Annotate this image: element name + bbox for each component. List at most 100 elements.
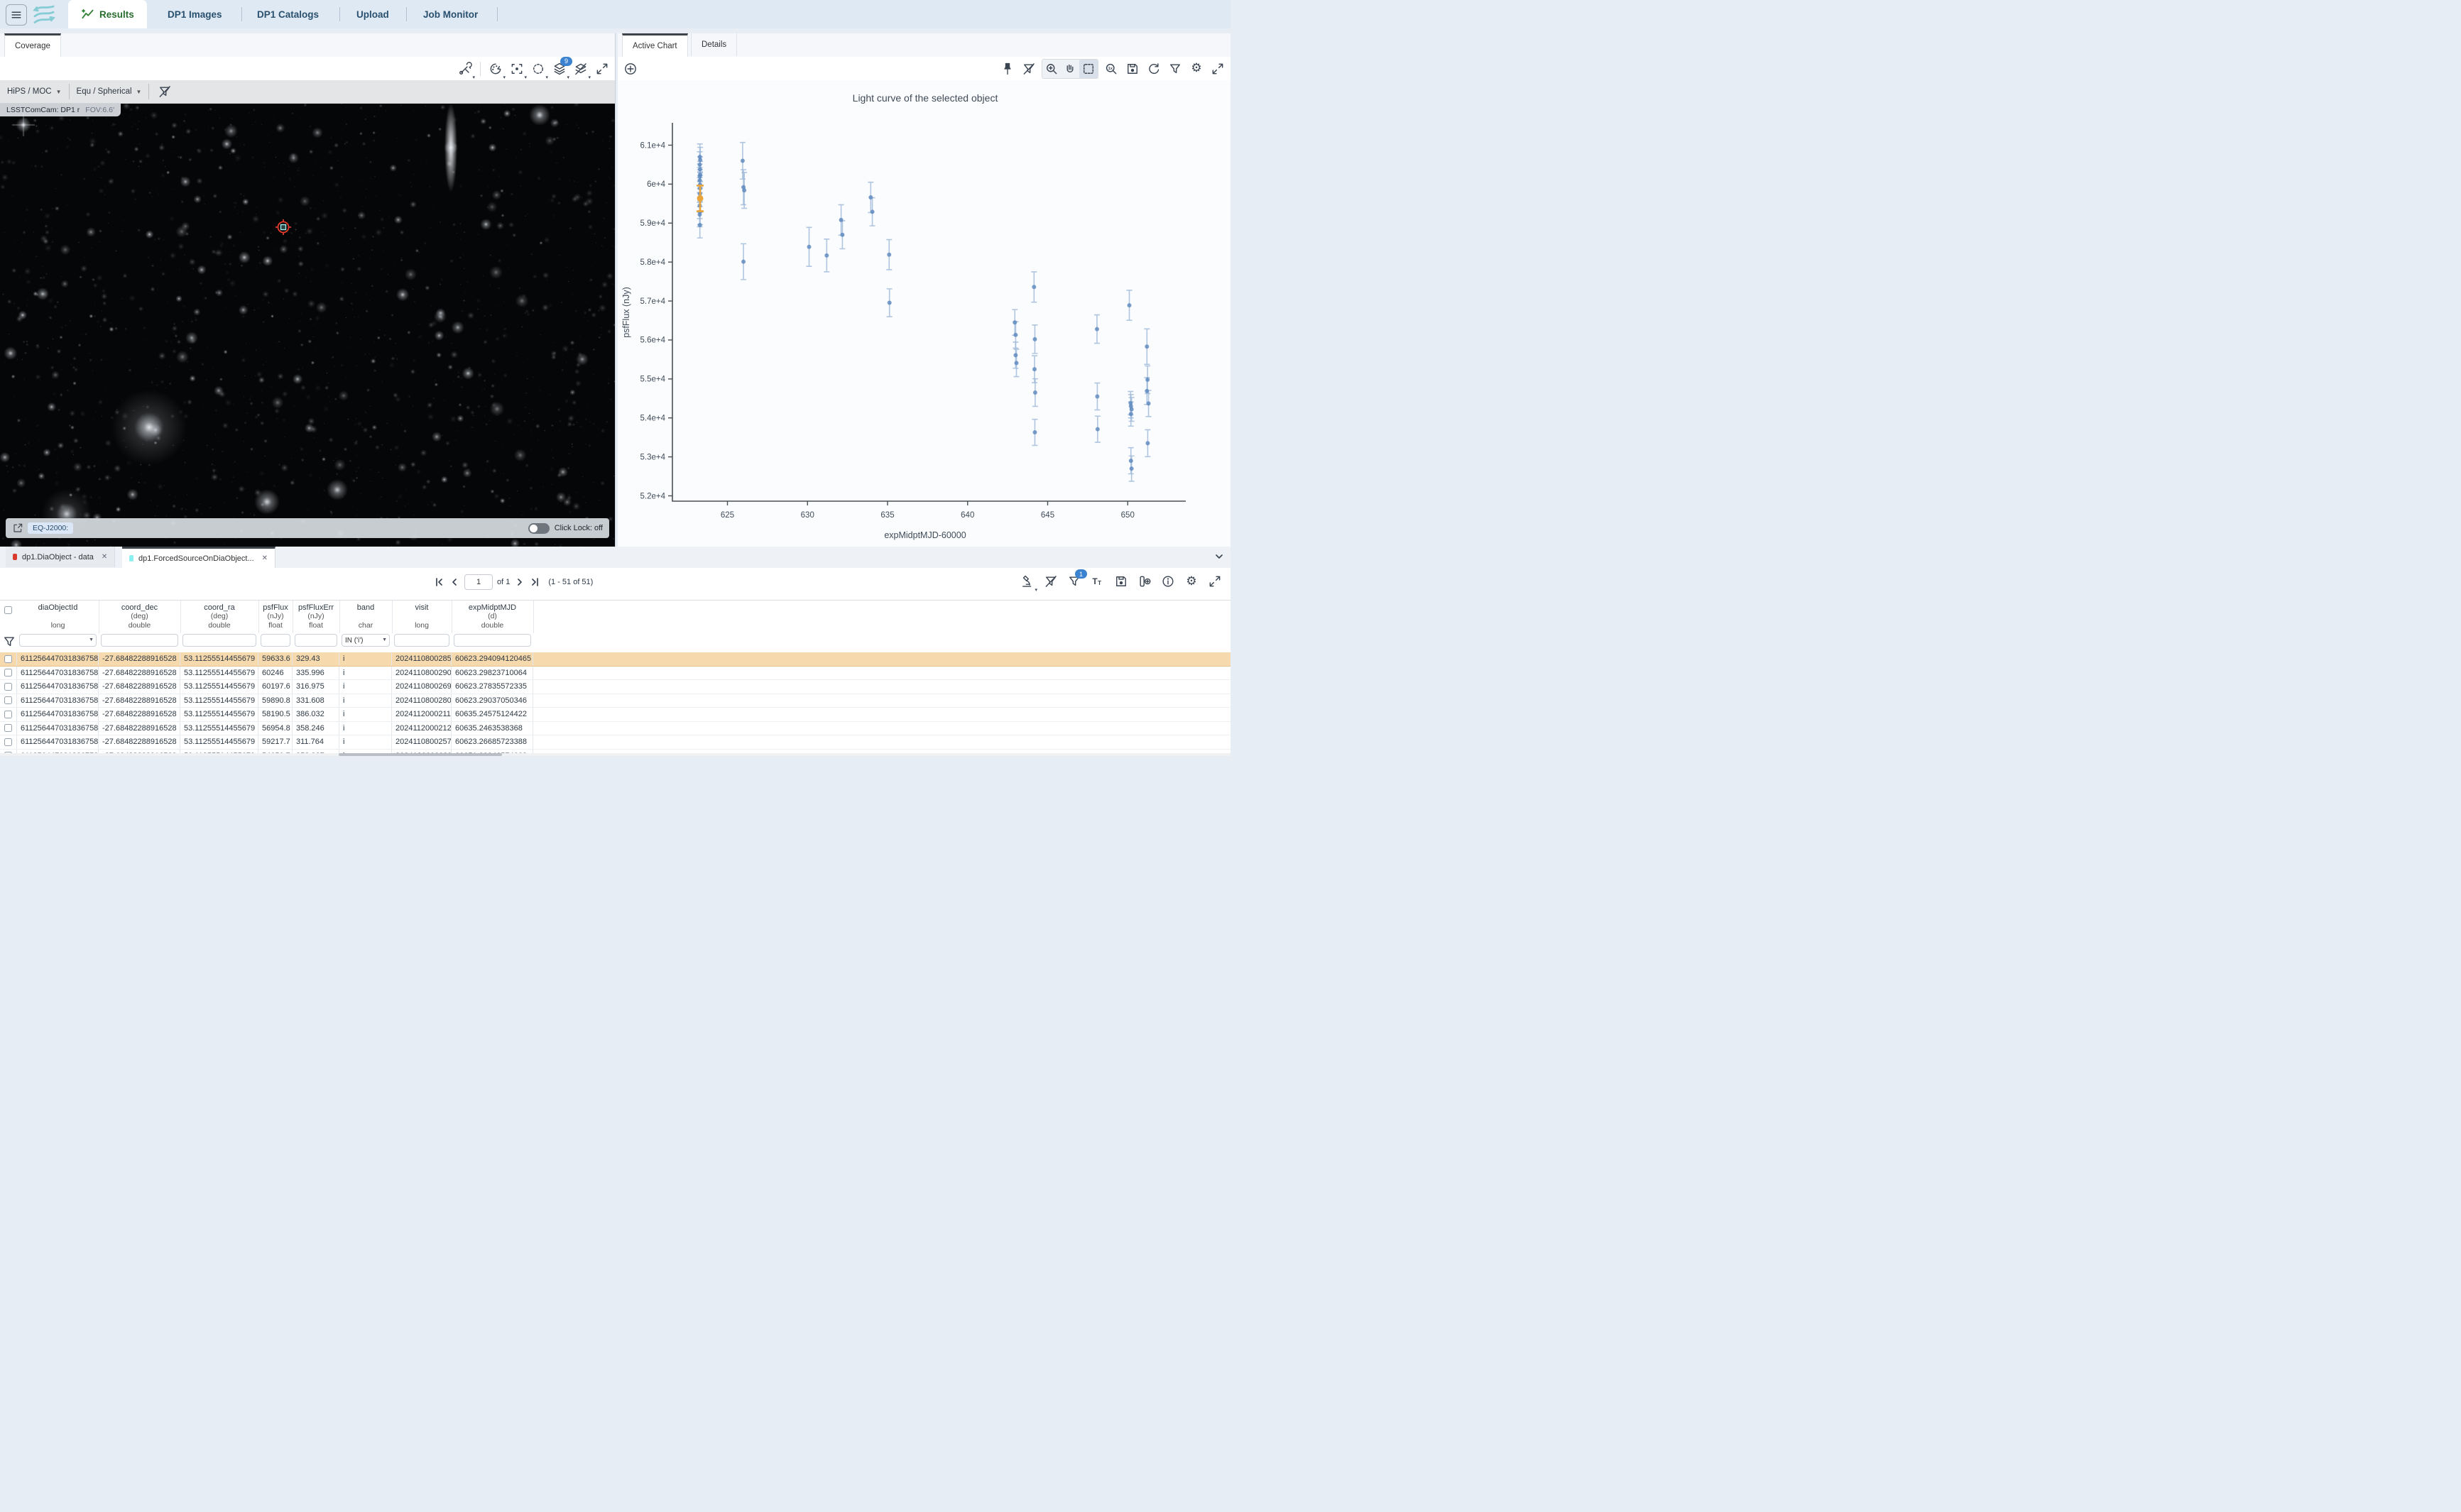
tab-diaobject[interactable]: dp1.DiaObject - data ✕	[6, 547, 115, 567]
column-header-visit[interactable]: visit long	[392, 601, 452, 633]
filter-input-psfFluxErr[interactable]	[295, 634, 337, 647]
light-curve-chart[interactable]: Light curve of the selected objectexpMid…	[618, 80, 1230, 547]
row-checkbox[interactable]	[4, 738, 12, 746]
save-table-button[interactable]	[1113, 572, 1130, 591]
table-row[interactable]: 611256447031836758-27.6848228891652853.1…	[0, 694, 1230, 708]
chevron-down-icon[interactable]: ▼	[382, 637, 387, 642]
column-header-expMidptMJD[interactable]: expMidptMJD(d)double	[452, 601, 534, 633]
row-checkbox[interactable]	[4, 696, 12, 704]
text-view-button[interactable]: TT	[1089, 572, 1106, 591]
last-page-button[interactable]	[530, 576, 541, 588]
tab-details[interactable]: Details	[691, 33, 737, 56]
row-checkbox[interactable]	[4, 655, 12, 663]
color-palette-button[interactable]: ▾	[487, 60, 504, 78]
cell-psfFluxErr: 311.764	[293, 735, 339, 749]
close-icon[interactable]: ✕	[102, 553, 107, 561]
sky-image[interactable]	[0, 104, 615, 547]
zoom-original-button[interactable]: 1x	[1103, 60, 1120, 78]
row-checkbox[interactable]	[4, 724, 12, 732]
chevron-down-icon[interactable]	[1213, 551, 1225, 562]
table-row[interactable]: 611256447031836758-27.6848228891652853.1…	[0, 667, 1230, 681]
save-chart-button[interactable]	[1124, 60, 1141, 78]
table-info-button[interactable]	[1159, 572, 1177, 591]
chart-filter-button[interactable]	[1167, 60, 1184, 78]
hide-layers-button[interactable]: ▾	[572, 60, 589, 78]
filter-input-diaObjectId[interactable]	[19, 634, 97, 647]
table-row[interactable]: 611256447031836758-27.6848228891652853.1…	[0, 722, 1230, 736]
column-header-psfFlux[interactable]: psfFlux(nJy)float	[258, 601, 293, 633]
chart-settings-button[interactable]: ⚙	[1188, 60, 1205, 78]
inspect-table-button[interactable]: ▾	[1019, 572, 1036, 591]
layers-button[interactable]: 9▾	[551, 60, 568, 78]
select-all-checkbox[interactable]	[4, 606, 12, 614]
table-row[interactable]: 611256447031836758-27.6848228891652853.1…	[0, 735, 1230, 750]
row-checkbox[interactable]	[4, 711, 12, 718]
prev-page-button[interactable]	[449, 576, 460, 588]
filter-input-coord_dec[interactable]	[101, 634, 178, 647]
tab-job-monitor[interactable]: Job Monitor	[410, 0, 491, 28]
svg-text:5.6e+4: 5.6e+4	[640, 336, 666, 345]
tab-coverage[interactable]: Coverage	[4, 33, 61, 57]
column-header-diaObjectId[interactable]: diaObjectId long	[17, 601, 99, 633]
close-icon[interactable]: ✕	[262, 554, 268, 562]
sky-image-viewport[interactable]: LSSTComCam: DP1 r FOV:6.6' EQ-J2000: Cli…	[0, 104, 615, 547]
selected-data-point	[697, 195, 704, 202]
hips-moc-dropdown[interactable]: HiPS / MOC▼	[7, 87, 62, 96]
row-checkbox[interactable]	[4, 683, 12, 691]
cell-visit: 2024110800257	[392, 735, 452, 749]
table-filter-button[interactable]: 1	[1066, 572, 1083, 591]
column-header-band[interactable]: band char	[339, 601, 393, 633]
selection-region-button[interactable]: ▾	[530, 60, 547, 78]
projection-dropdown[interactable]: Equ / Spherical▼	[77, 87, 142, 96]
tab-dp1-catalogs[interactable]: DP1 Catalogs	[244, 0, 332, 28]
coverage-filter-off-button[interactable]	[156, 82, 173, 101]
cell-coord_dec: -27.68482288916528	[99, 694, 180, 708]
filter-input-visit[interactable]	[394, 634, 449, 647]
next-page-button[interactable]	[514, 576, 525, 588]
svg-text:T: T	[1093, 577, 1098, 586]
gear-icon: ⚙	[1186, 575, 1196, 588]
chart-filter-off-button[interactable]	[1020, 60, 1037, 78]
restore-chart-button[interactable]	[1145, 60, 1162, 78]
expand-table-button[interactable]	[1206, 572, 1223, 591]
table-settings-button[interactable]: ⚙	[1183, 572, 1200, 591]
add-chart-button[interactable]	[622, 60, 639, 78]
horizontal-scrollbar[interactable]	[0, 753, 1230, 756]
column-header-coord_dec[interactable]: coord_dec(deg)double	[99, 601, 181, 633]
table-row[interactable]: 611256447031836758-27.6848228891652853.1…	[0, 708, 1230, 722]
cell-expMidptMJD: 60635.24575124422	[452, 708, 533, 721]
scrollbar-thumb[interactable]	[339, 753, 502, 756]
table-section: of 1 (1 - 51 of 51) ▾ 1 TT ⚙ diaObjectId…	[0, 568, 1230, 756]
tab-dp1-images[interactable]: DP1 Images	[155, 0, 235, 28]
external-link-icon[interactable]	[12, 522, 23, 534]
add-column-button[interactable]	[1136, 572, 1153, 591]
pin-icon	[1000, 62, 1015, 76]
filter-input-coord_ra[interactable]	[182, 634, 256, 647]
tab-forcedsource[interactable]: dp1.ForcedSourceOnDiaObject... ✕	[122, 547, 275, 568]
zoom-mode-button[interactable]	[1042, 60, 1061, 78]
table-row[interactable]: 611256447031836758-27.6848228891652853.1…	[0, 652, 1230, 667]
filter-input-expMidptMJD[interactable]	[454, 634, 531, 647]
expand-image-button[interactable]	[594, 60, 611, 78]
recenter-button[interactable]: ▾	[508, 60, 525, 78]
image-tools-button[interactable]: ▾	[457, 60, 474, 78]
pan-mode-button[interactable]	[1061, 60, 1079, 78]
select-mode-button[interactable]	[1079, 60, 1098, 78]
table-row[interactable]: 611256447031836758-27.6848228891652853.1…	[0, 680, 1230, 694]
column-header-psfFluxErr[interactable]: psfFluxErr(nJy)float	[293, 601, 340, 633]
page-number-input[interactable]	[464, 574, 493, 590]
tab-upload[interactable]: Upload	[344, 0, 402, 28]
pin-chart-button[interactable]	[999, 60, 1016, 78]
selected-object-marker-icon[interactable]	[275, 219, 292, 236]
chevron-down-icon[interactable]: ▼	[89, 637, 94, 642]
click-lock-toggle[interactable]	[528, 523, 550, 534]
expand-chart-button[interactable]	[1209, 60, 1226, 78]
row-checkbox[interactable]	[4, 669, 12, 676]
tab-active-chart[interactable]: Active Chart	[622, 33, 688, 57]
clear-filters-button[interactable]	[1042, 572, 1059, 591]
filter-input-psfFlux[interactable]	[261, 634, 290, 647]
hamburger-menu-button[interactable]	[6, 4, 27, 26]
tab-results[interactable]: Results	[68, 0, 147, 28]
column-header-coord_ra[interactable]: coord_ra(deg)double	[180, 601, 259, 633]
first-page-button[interactable]	[433, 576, 444, 588]
